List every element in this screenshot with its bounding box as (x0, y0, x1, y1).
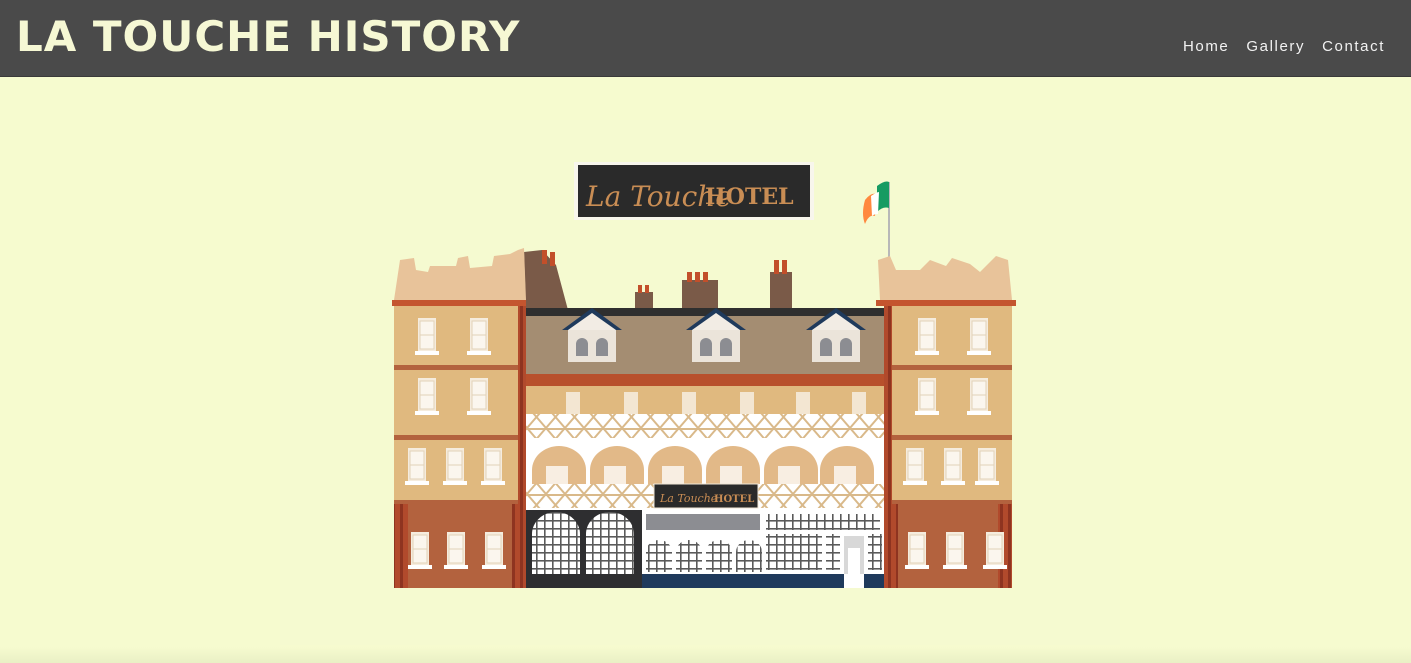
nav-home[interactable]: Home (1183, 38, 1229, 55)
sign-hotel-text: HOTEL (705, 184, 794, 210)
nav-gallery[interactable]: Gallery (1246, 38, 1305, 55)
site-header: LA TOUCHE HISTORY Home Gallery Contact (0, 0, 1411, 77)
site-title[interactable]: LA TOUCHE HISTORY (16, 10, 520, 64)
bottom-shade (0, 647, 1411, 663)
nav-contact[interactable]: Contact (1322, 38, 1385, 55)
center-block: La Touche HOTEL (526, 308, 884, 588)
hotel-illustration: La Touche HOTEL La Touche HOTEL (280, 120, 1120, 645)
right-pillar (884, 306, 892, 588)
small-sign-script: La Touche (659, 492, 718, 505)
main-nav: Home Gallery Contact (1183, 38, 1385, 55)
right-tower (876, 256, 1016, 588)
small-sign-hotel: HOTEL (714, 494, 754, 505)
hotel-sign: La Touche HOTEL (574, 162, 814, 220)
left-tower (392, 248, 526, 588)
small-hotel-sign: La Touche HOTEL (653, 483, 759, 509)
hero-illustration: La Touche HOTEL La Touche HOTEL (280, 120, 1120, 645)
left-pillar (518, 306, 526, 588)
